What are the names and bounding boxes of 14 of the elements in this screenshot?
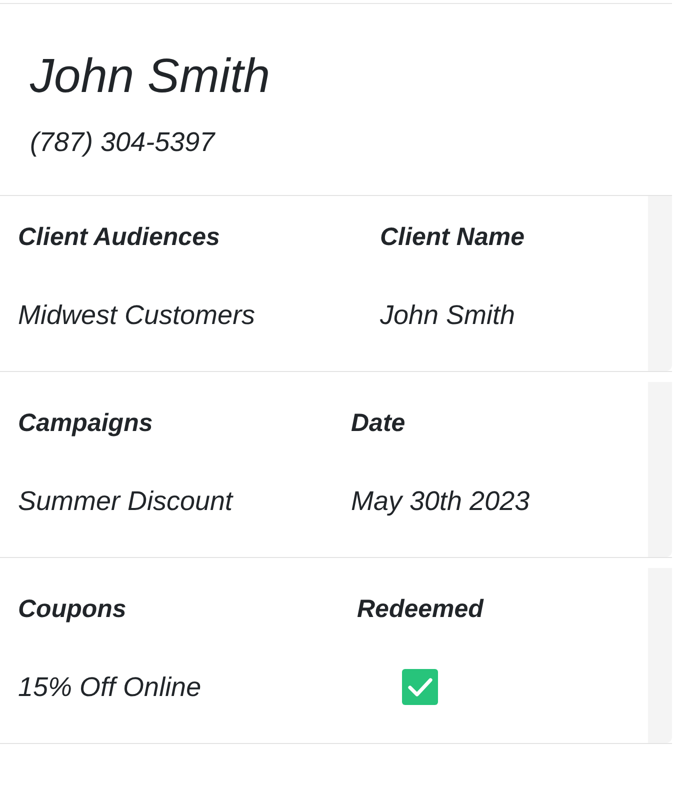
- field-value: 15% Off Online: [18, 671, 202, 703]
- checkbox[interactable]: [402, 669, 438, 705]
- field-label: Redeemed: [357, 594, 484, 624]
- field-value: May 30th 2023: [351, 485, 530, 517]
- phone-number: (787) 304-5397: [30, 126, 215, 158]
- field-value: Summer Discount: [18, 485, 233, 517]
- field-label: Date: [351, 408, 406, 438]
- contact-name: John Smith: [30, 49, 270, 105]
- field-value: Midwest Customers: [18, 299, 256, 331]
- field-label: Coupons: [18, 594, 126, 624]
- field-value: John Smith: [380, 299, 516, 331]
- field-label: Client Name: [380, 222, 524, 252]
- field-label: Campaigns: [18, 408, 153, 438]
- field-label: Client Audiences: [18, 222, 220, 252]
